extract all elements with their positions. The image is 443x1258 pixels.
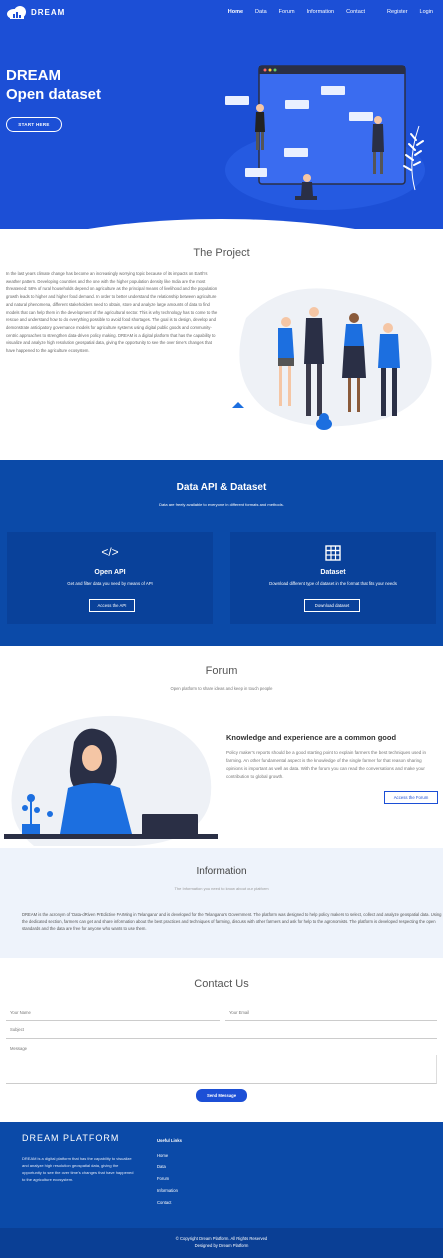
data-subtitle: Data are freely available to everyone in… xyxy=(159,502,284,507)
information-title: Information xyxy=(196,866,247,877)
cloud-logo-icon xyxy=(7,6,26,19)
nav-link-register[interactable]: Register xyxy=(387,9,407,15)
footer-link-information[interactable]: Information xyxy=(157,1188,178,1193)
hero-title: DREAM Open dataset xyxy=(6,66,101,104)
forum-subtitle: Open platform to share ideas and keep in… xyxy=(170,686,273,691)
information-subtitle: The Information you need to know about o… xyxy=(174,886,269,891)
footer-link-forum[interactable]: Forum xyxy=(157,1176,169,1181)
hero-title-line1: DREAM xyxy=(6,67,61,84)
name-field-label: Your Name xyxy=(10,1010,31,1015)
dataset-card: Dataset Download different type of datas… xyxy=(230,532,436,624)
access-api-button[interactable]: Access the API xyxy=(89,599,135,612)
forum-heading: Knowledge and experience are a common go… xyxy=(226,733,397,742)
nav-link-information[interactable]: Information xyxy=(307,9,335,15)
card-desc: Get and filter data you need by means of… xyxy=(67,581,153,586)
copyright-text: © Copyright Dream Platform. All Rights R… xyxy=(175,1236,268,1241)
logo-text: DREAM xyxy=(31,7,66,17)
forum-illustration xyxy=(4,715,218,846)
footer: DREAM PLATFORM DREAM is a digital platfo… xyxy=(0,1122,443,1228)
footer-description: DREAM is a digital platform that has the… xyxy=(22,1156,134,1182)
footer-link-home[interactable]: Home xyxy=(157,1153,168,1158)
hero-title-line2: Open dataset xyxy=(6,86,102,103)
footer-brand: DREAM PLATFORM xyxy=(22,1133,120,1143)
information-text: DREAM is the acronym of 'Data-dRiven PrE… xyxy=(22,912,442,931)
code-icon: </> xyxy=(101,545,119,559)
information-section: Information The Information you need to … xyxy=(0,848,443,958)
navbar: DREAM Home Data Forum Information Contac… xyxy=(0,0,443,24)
table-icon xyxy=(230,545,436,564)
card-title: Open API xyxy=(94,569,126,576)
nav-link-forum[interactable]: Forum xyxy=(279,9,295,15)
hero-illustration xyxy=(225,65,425,210)
hero-curve xyxy=(0,219,443,229)
data-section: Data API & Dataset Data are freely avail… xyxy=(0,460,443,646)
footer-link-data[interactable]: Data xyxy=(157,1164,166,1169)
email-field-label: Your Email xyxy=(229,1010,250,1015)
logo[interactable]: DREAM xyxy=(6,5,65,19)
subject-field[interactable] xyxy=(6,1038,437,1039)
name-field[interactable] xyxy=(6,1020,220,1021)
access-forum-button[interactable]: Access the Forum xyxy=(384,791,438,804)
message-field[interactable] xyxy=(6,1055,437,1084)
card-desc: Download different type of dataset in th… xyxy=(269,581,397,586)
nav-link-data[interactable]: Data xyxy=(255,9,267,15)
footer-link-contact[interactable]: Contact xyxy=(157,1200,171,1205)
designed-by-text: Designed by Dream Platform xyxy=(194,1243,249,1248)
data-title: Data API & Dataset xyxy=(176,482,267,493)
project-illustration xyxy=(232,288,432,430)
start-here-button[interactable]: START HERE xyxy=(6,117,62,132)
card-title: Dataset xyxy=(320,569,346,576)
send-message-button[interactable]: Send Message xyxy=(196,1089,247,1102)
message-field-label: Message xyxy=(10,1046,27,1051)
nav-link-login[interactable]: Login xyxy=(420,9,433,15)
project-title: The Project xyxy=(193,247,250,259)
email-field[interactable] xyxy=(225,1020,437,1021)
subject-field-label: Subject xyxy=(10,1027,24,1032)
forum-title: Forum xyxy=(205,665,238,677)
contact-title: Contact Us xyxy=(194,978,249,990)
download-dataset-button[interactable]: Download dataset xyxy=(304,599,360,612)
nav-link-contact[interactable]: Contact xyxy=(346,9,365,15)
nav-link-home[interactable]: Home xyxy=(228,9,243,15)
hero-section: DREAM Open dataset START HERE xyxy=(0,24,443,229)
forum-text: Policy maker's reports should be a good … xyxy=(226,750,426,779)
project-text: In the last years climate change has bec… xyxy=(6,271,218,354)
copyright-bar: © Copyright Dream Platform. All Rights R… xyxy=(0,1228,443,1258)
open-api-card: </> Open API Get and filter data you nee… xyxy=(7,532,213,624)
footer-links-title: Useful Links xyxy=(157,1138,182,1143)
